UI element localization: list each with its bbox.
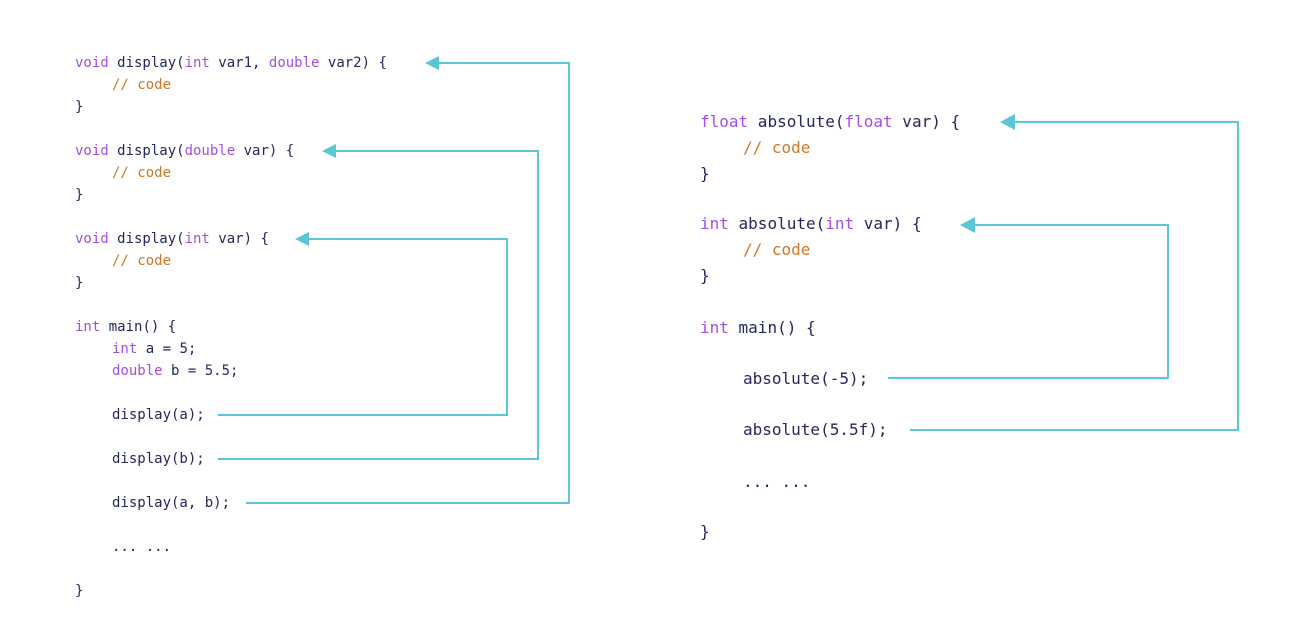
arrowhead <box>295 232 309 246</box>
arrowhead <box>1000 114 1015 130</box>
arrowhead <box>425 56 439 70</box>
arrowhead <box>322 144 336 158</box>
arrow-display-b <box>218 150 539 460</box>
arrowhead <box>960 217 975 233</box>
arrow-absolute-int <box>888 224 1169 379</box>
arrow-absolute-float <box>910 121 1239 431</box>
call-arrows <box>218 56 1239 504</box>
arrow-display-a <box>218 238 508 416</box>
arrow-display-a-b <box>246 62 570 504</box>
